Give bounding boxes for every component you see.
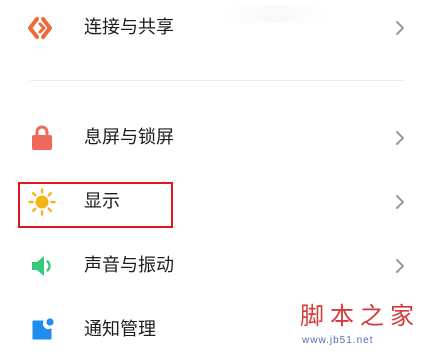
settings-item-sound-vibration[interactable]: 声音与振动: [0, 238, 433, 294]
settings-item-label: 息屏与锁屏: [84, 127, 174, 148]
speaker-icon: [26, 250, 58, 282]
chevron-right-icon: [396, 259, 404, 273]
settings-item-display[interactable]: 显示: [0, 174, 433, 230]
settings-item-label: 显示: [84, 191, 120, 212]
section-divider: [30, 80, 404, 81]
chevron-right-icon: [396, 195, 404, 209]
share-link-icon: [26, 12, 58, 44]
settings-item-label: 声音与振动: [84, 255, 174, 276]
chevron-right-icon: [396, 131, 404, 145]
watermark-url: www.jb51.net: [302, 335, 374, 346]
settings-item-label: 连接与共享: [84, 17, 174, 38]
lock-icon: [26, 122, 58, 154]
site-watermark: 脚本之家 www.jb51.net: [296, 300, 430, 352]
settings-item-screen-lock[interactable]: 息屏与锁屏: [0, 110, 433, 166]
notification-icon: [26, 314, 58, 346]
chevron-right-icon: [396, 21, 404, 35]
settings-item-connection-sharing[interactable]: 连接与共享: [0, 0, 433, 56]
sun-icon: [26, 186, 58, 218]
settings-item-label: 通知管理: [84, 319, 156, 340]
watermark-title: 脚本之家: [300, 302, 420, 330]
